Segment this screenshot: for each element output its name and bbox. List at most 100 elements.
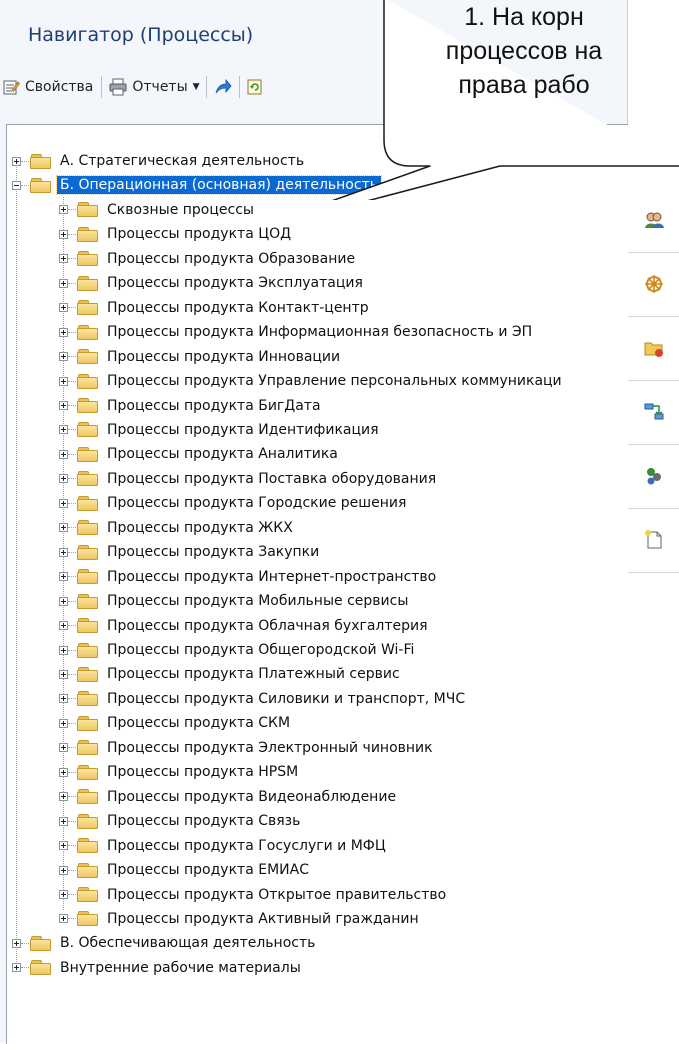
tree-node-child[interactable]: Процессы продукта HPSM xyxy=(59,760,301,784)
tree-node-child[interactable]: Процессы продукта Госуслуги и МФЦ xyxy=(59,834,389,858)
expand-icon[interactable] xyxy=(59,645,68,655)
tree-node-child[interactable]: Процессы продукта СКМ xyxy=(59,711,293,735)
expand-icon[interactable] xyxy=(59,205,68,215)
tree-node-label: Процессы продукта Аналитика xyxy=(107,446,338,463)
tree-node-child[interactable]: Процессы продукта Платежный сервис xyxy=(59,662,403,686)
tree-node-child[interactable]: Процессы продукта Городские решения xyxy=(59,491,409,515)
tree-node-child[interactable]: Процессы продукта БигДата xyxy=(59,394,324,418)
tree-node-label: Процессы продукта Облачная бухгалтерия xyxy=(107,617,428,634)
expand-icon[interactable] xyxy=(12,938,21,948)
tree-node-label: Процессы продукта Закупки xyxy=(107,544,320,561)
expand-icon[interactable] xyxy=(59,841,68,851)
tree-node[interactable]: В. Обеспечивающая деятельность xyxy=(12,931,318,955)
folder-icon xyxy=(77,422,99,438)
expand-icon[interactable] xyxy=(59,694,68,704)
folder-icon xyxy=(77,887,99,902)
expand-icon[interactable] xyxy=(59,596,68,606)
tree-node-child[interactable]: Сквозные процессы xyxy=(59,198,257,222)
expand-icon[interactable] xyxy=(59,914,68,924)
tree-node-child[interactable]: Процессы продукта Связь xyxy=(59,809,303,833)
tree-connector xyxy=(68,282,76,284)
expand-icon[interactable] xyxy=(59,352,68,362)
tree-node-label: Процессы продукта Образование xyxy=(107,250,356,267)
folder-icon xyxy=(77,544,99,560)
tree-connector xyxy=(68,747,76,749)
tree-node-label: Процессы продукта Электронный чиновник xyxy=(107,739,433,756)
expand-icon[interactable] xyxy=(59,792,68,802)
tree-connector xyxy=(68,258,76,260)
expand-icon[interactable] xyxy=(59,376,68,386)
sidebar-tab-org[interactable] xyxy=(628,444,679,509)
expand-icon[interactable] xyxy=(59,401,68,410)
tree-node-child[interactable]: Процессы продукта ЦОД xyxy=(59,222,294,246)
folder-icon xyxy=(77,324,99,340)
expand-icon[interactable] xyxy=(59,327,68,337)
folder-icon xyxy=(77,349,99,365)
expand-icon[interactable] xyxy=(59,621,68,631)
tree-connector xyxy=(68,625,76,627)
tree-node-child[interactable]: Процессы продукта Поставка оборудования xyxy=(59,467,439,491)
tree-node-child[interactable]: Процессы продукта Силовики и транспорт, … xyxy=(59,687,468,711)
expand-icon[interactable] xyxy=(59,278,68,288)
tree-node-child[interactable]: Процессы продукта Общегородской Wi-Fi xyxy=(59,638,417,662)
expand-icon[interactable] xyxy=(59,449,68,459)
tree-node-child[interactable]: Процессы продукта Информационная безопас… xyxy=(59,320,535,344)
tree-node-label: В. Обеспечивающая деятельность xyxy=(60,935,316,952)
expand-icon[interactable] xyxy=(59,229,68,239)
tree-connector xyxy=(68,673,76,675)
tree-node-child[interactable]: Процессы продукта Инновации xyxy=(59,345,343,369)
folder-icon xyxy=(77,373,99,389)
tree-node-child[interactable]: Процессы продукта Интернет-пространство xyxy=(59,565,439,589)
tree-node-child[interactable]: Процессы продукта Электронный чиновник xyxy=(59,736,436,760)
tree-node[interactable]: Внутренние рабочие материалы xyxy=(12,956,304,980)
tree-node-child[interactable]: Процессы продукта Закупки xyxy=(59,540,322,564)
expand-icon[interactable] xyxy=(12,963,21,973)
tree-node-label: Процессы продукта Эксплуатация xyxy=(107,275,363,292)
sidebar-tab-new-document[interactable] xyxy=(628,508,679,573)
tree-connector xyxy=(68,576,76,578)
tree-node-label: Процессы продукта Инновации xyxy=(107,348,341,365)
tree-node-child[interactable]: Процессы продукта ЖКХ xyxy=(59,516,296,540)
tree-node-child[interactable]: Процессы продукта Идентификация xyxy=(59,418,382,442)
expand-icon[interactable] xyxy=(59,718,68,728)
expand-icon[interactable] xyxy=(59,303,68,313)
right-sidebar xyxy=(628,124,679,1043)
new-document-icon xyxy=(644,530,661,549)
expand-icon[interactable] xyxy=(59,425,68,435)
tree-node-child[interactable]: Процессы продукта Открытое правительство xyxy=(59,883,449,907)
expand-icon[interactable] xyxy=(59,865,68,875)
tree-connector xyxy=(68,331,76,333)
tree-node-child[interactable]: Процессы продукта Образование xyxy=(59,247,358,271)
tree-node-child[interactable]: Процессы продукта Облачная бухгалтерия xyxy=(59,614,431,638)
tree-node-child[interactable]: Процессы продукта Аналитика xyxy=(59,442,341,466)
expand-icon[interactable] xyxy=(59,254,68,264)
expand-icon[interactable] xyxy=(59,474,68,484)
expand-icon[interactable] xyxy=(59,767,68,777)
tree-node-label: Процессы продукта Управление персональны… xyxy=(107,373,562,390)
expand-icon[interactable] xyxy=(59,743,68,753)
expand-icon[interactable] xyxy=(59,523,68,533)
folder-icon xyxy=(77,275,99,291)
sidebar-tab-folder[interactable] xyxy=(628,316,679,381)
tree-node-child[interactable]: Процессы продукта Эксплуатация xyxy=(59,271,366,295)
expand-icon[interactable] xyxy=(59,669,68,679)
tree-node-child[interactable]: Процессы продукта Активный гражданин xyxy=(59,907,422,931)
tree-node-child[interactable]: Процессы продукта Мобильные сервисы xyxy=(59,589,411,613)
callout-line: процессов на xyxy=(445,37,603,65)
expand-icon[interactable] xyxy=(59,547,68,557)
expand-icon[interactable] xyxy=(59,498,68,508)
expand-icon[interactable] xyxy=(59,890,68,899)
tree-node-child[interactable]: Процессы продукта ЕМИАС xyxy=(59,858,312,882)
sidebar-tab-wheel[interactable] xyxy=(628,252,679,317)
tree-node-child[interactable]: Процессы продукта Видеонаблюдение xyxy=(59,785,399,809)
folder-settings-icon xyxy=(644,342,663,357)
tree-guide-line xyxy=(16,161,17,968)
expand-icon[interactable] xyxy=(59,572,68,582)
tree-connector xyxy=(68,405,76,406)
tree-node-child[interactable]: Процессы продукта Контакт-центр xyxy=(59,296,372,320)
folder-icon xyxy=(77,569,99,585)
tree-node-label: Процессы продукта Контакт-центр xyxy=(107,299,369,316)
tree-node-child[interactable]: Процессы продукта Управление персональны… xyxy=(59,369,565,393)
expand-icon[interactable] xyxy=(59,816,68,826)
sidebar-tab-structure[interactable] xyxy=(628,380,679,445)
